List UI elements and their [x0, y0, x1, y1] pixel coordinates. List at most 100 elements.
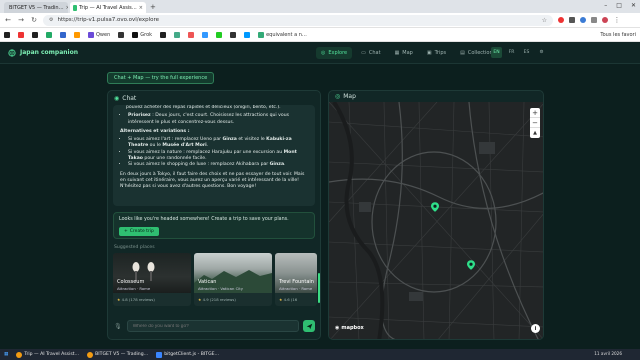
bookmark-icon — [202, 31, 209, 38]
zoom-in-button[interactable]: + — [530, 108, 540, 118]
browser-icon — [16, 351, 23, 358]
nav-explore[interactable]: ◎ Explore — [316, 47, 353, 59]
bookmark-item[interactable] — [188, 31, 195, 38]
send-button[interactable] — [303, 320, 315, 332]
bookmark-item[interactable] — [216, 31, 223, 38]
bookmark-item[interactable] — [74, 31, 80, 38]
taskbar-item[interactable]: Trip — AI Travel Assist… — [16, 351, 79, 358]
place-card[interactable]: Trevi Fountain Attraction · Rome ★ 4.6 (… — [275, 253, 317, 306]
browser-tab-bitget[interactable]: BITGET V5 — Tradin… × — [4, 2, 68, 13]
taskbar-item[interactable]: bitgetClient.js - BITGE… — [156, 351, 219, 358]
bookmark-item[interactable] — [46, 31, 52, 38]
extension-icon[interactable] — [580, 17, 586, 23]
minimize-icon[interactable]: – — [604, 2, 607, 9]
bookmark-item[interactable] — [244, 31, 251, 38]
all-bookmarks-button[interactable]: Tous les favori — [600, 32, 636, 38]
star-icon: ★ — [198, 297, 202, 302]
bookmark-icon — [74, 31, 80, 38]
bookmark-label: Qwen — [96, 31, 111, 38]
bookmark-item[interactable] — [230, 31, 237, 38]
map-marker[interactable] — [467, 255, 475, 274]
send-icon — [306, 323, 312, 329]
section-heading: Alternatives et variations : — [120, 128, 190, 134]
map-panel-title: ◎ Map — [335, 93, 356, 100]
chat-scrollbar[interactable] — [318, 273, 320, 303]
bookmark-item[interactable] — [202, 31, 209, 38]
bookmark-icon — [32, 31, 38, 38]
back-icon[interactable]: ← — [4, 16, 12, 24]
place-card[interactable]: Colosseum Attraction · Rome ★ 4.8 (178 r… — [113, 253, 191, 306]
start-icon[interactable]: ▦ — [4, 352, 8, 357]
settings-icon[interactable]: ⚙ — [536, 47, 547, 58]
bookmark-item[interactable] — [118, 31, 125, 38]
lang-fr[interactable]: FR — [506, 47, 517, 58]
reload-icon[interactable]: ↻ — [30, 16, 38, 24]
bookmark-item[interactable] — [160, 31, 167, 38]
bookmark-item[interactable] — [32, 31, 38, 38]
url-text: https://trip-v1.pulsa7.ovo.ovl/explore — [57, 17, 160, 23]
compass-button[interactable]: ▲ — [530, 128, 540, 138]
bookmark-item[interactable]: equivalent a n… — [258, 31, 307, 38]
close-icon[interactable]: × — [139, 5, 143, 11]
list-item: Si vous aimez l'art : remplacez Ueno par… — [128, 137, 308, 150]
os-taskbar: ▦ Trip — AI Travel Assist… BITGET V5 — T… — [0, 349, 640, 360]
lang-en[interactable]: EN — [491, 47, 502, 58]
bookmark-item[interactable] — [60, 31, 66, 38]
nav-label: Explore — [328, 50, 348, 56]
site-info-icon[interactable]: ⚙ — [49, 17, 53, 23]
chat-composer: 🎙 — [113, 319, 315, 333]
map-panel: ◎ Map + − ▲ ◉ mapbox i — [328, 90, 544, 340]
bookmark-icon — [230, 31, 237, 38]
extension-icon[interactable] — [558, 17, 564, 23]
create-trip-button[interactable]: + Create trip — [119, 227, 159, 236]
list-item: Si vous aimez le shopping de luxe : remp… — [128, 162, 308, 168]
bookmark-star-icon[interactable]: ☆ — [542, 17, 547, 24]
nav-trips[interactable]: ▣ Trips — [422, 47, 451, 59]
bookmark-icon — [258, 31, 265, 38]
browser-menu-icon[interactable]: ⋮ — [613, 16, 621, 24]
bookmark-icon — [188, 31, 195, 38]
map-pin-icon — [431, 202, 439, 212]
map-marker[interactable] — [431, 197, 439, 216]
bookmark-icon — [244, 31, 251, 38]
forward-icon[interactable]: → — [17, 16, 25, 24]
place-card[interactable]: Vatican Attraction · Vatican City ★ 4.9 … — [194, 253, 272, 306]
app-header: Japan companion ◎ Explore ▭ Chat ▦ Map ▣ Tri… — [0, 42, 640, 64]
close-window-icon[interactable]: ✕ — [631, 2, 636, 9]
collection-icon: ▤ — [460, 50, 465, 56]
bookmark-item[interactable] — [18, 31, 24, 38]
zoom-controls: + − ▲ — [530, 108, 540, 138]
info-button[interactable]: i — [531, 324, 540, 333]
zoom-out-button[interactable]: − — [530, 118, 540, 128]
chat-icon: ▭ — [361, 50, 366, 56]
bookmark-item[interactable] — [174, 31, 181, 38]
main-nav: ◎ Explore ▭ Chat ▦ Map ▣ Trips ▤ Collections — [316, 47, 500, 59]
map-canvas[interactable]: + − ▲ ◉ mapbox i — [329, 100, 543, 339]
bookmark-item[interactable]: Qwen — [88, 31, 111, 38]
microphone-icon[interactable]: 🎙 — [113, 323, 123, 330]
cta-text: Looks like you're headed somewhere! Crea… — [119, 217, 289, 222]
mapbox-logo[interactable]: ◉ mapbox — [335, 325, 364, 331]
nav-map[interactable]: ▦ Map — [390, 47, 418, 59]
browser-tab-trip[interactable]: Trip — AI Travel Assis… × — [70, 2, 146, 13]
bookmark-icon — [18, 31, 24, 38]
close-icon[interactable]: × — [66, 5, 68, 11]
bookmark-item[interactable]: Grok — [132, 31, 153, 38]
suitcase-icon: ▣ — [426, 50, 432, 56]
bookmark-item[interactable] — [4, 31, 10, 38]
new-tab-button[interactable]: + — [150, 3, 156, 11]
lang-es[interactable]: ES — [521, 47, 532, 58]
promo-badge[interactable]: Chat + Map — try the full experience — [107, 72, 215, 84]
bookmark-label: Grok — [140, 31, 153, 38]
nav-label: Map — [402, 50, 413, 56]
brand[interactable]: Japan companion — [8, 48, 78, 57]
chat-input[interactable] — [126, 320, 300, 332]
profile-avatar[interactable] — [602, 17, 608, 23]
app-root: Japan companion ◎ Explore ▭ Chat ▦ Map ▣ Tri… — [0, 42, 640, 349]
url-field[interactable]: ⚙ https://trip-v1.pulsa7.ovo.ovl/explore… — [43, 14, 553, 26]
maximize-icon[interactable]: □ — [616, 2, 622, 9]
nav-chat[interactable]: ▭ Chat — [356, 47, 385, 59]
taskbar-item[interactable]: BITGET V5 — Trading… — [87, 351, 148, 358]
extension-icon[interactable] — [569, 17, 575, 23]
extension-icon[interactable] — [591, 17, 597, 23]
